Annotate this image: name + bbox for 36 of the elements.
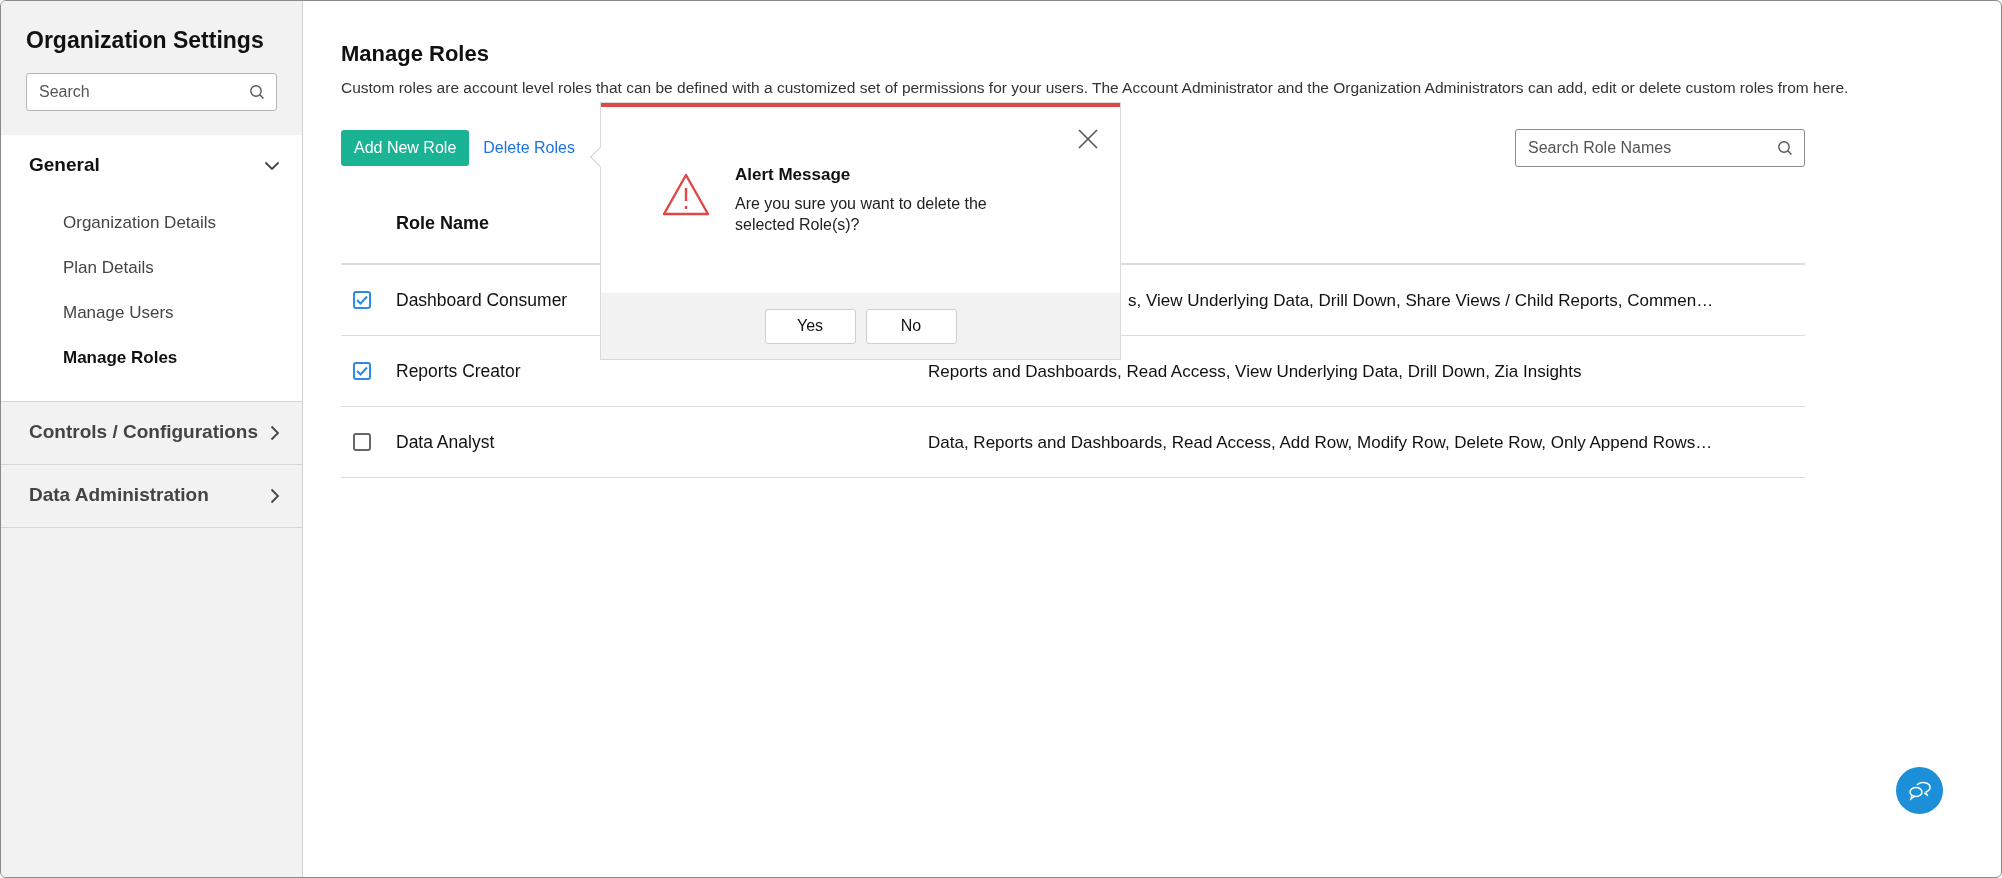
close-icon[interactable] bbox=[1078, 129, 1098, 149]
chevron-right-icon bbox=[270, 487, 280, 504]
sidebar-title: Organization Settings bbox=[26, 26, 265, 55]
role-name: Dashboard Consumer bbox=[396, 289, 569, 313]
checkbox[interactable] bbox=[353, 291, 371, 310]
nav-item[interactable]: Plan Details bbox=[1, 245, 302, 291]
nav-item[interactable]: Manage Users bbox=[1, 290, 302, 336]
page-title: Manage Roles bbox=[341, 40, 490, 68]
warning-icon bbox=[661, 172, 711, 218]
chat-bubbles-icon bbox=[1907, 780, 1932, 801]
nav-item[interactable]: Organization Details bbox=[1, 200, 302, 246]
chat-button[interactable] bbox=[1896, 767, 1943, 814]
search-icon bbox=[1777, 140, 1793, 157]
search-field[interactable]: Search bbox=[26, 72, 277, 111]
dialog-message: Are you sure you want to delete the selected Role(s)? bbox=[735, 193, 988, 235]
role-name: Reports Creator bbox=[396, 360, 522, 384]
nav-item[interactable]: Manage Roles bbox=[1, 335, 302, 381]
page-description: Custom roles are account level roles that can be defined with a customized set of permissions for your users. The Account Administrator and the Organization Administrators can add, edit or delete custom roles from here. bbox=[341, 78, 1850, 98]
role-name: Data Analyst bbox=[396, 431, 496, 455]
chevron-right-icon bbox=[270, 424, 280, 441]
search-field[interactable]: Search Role Names bbox=[1515, 129, 1805, 168]
chevron-down-icon bbox=[264, 160, 280, 171]
dialog-button[interactable]: Yes bbox=[764, 308, 856, 344]
dialog-title: Alert Message bbox=[735, 164, 852, 186]
section-header[interactable]: General bbox=[1, 134, 302, 197]
permissions-text: Reports and Dashboards, Read Access, View Underlying Data, Drill Down, Zia Insights bbox=[928, 360, 1582, 383]
permissions-text: Data, Reports and Dashboards, Read Access, Add Row, Modify Row, Delete Row, Only Append Rows… bbox=[928, 431, 1713, 454]
permissions-text: s, View Underlying Data, Drill Down, Share Views / Child Reports, Commen… bbox=[1128, 289, 1714, 312]
checkbox[interactable] bbox=[353, 433, 371, 452]
section-header[interactable]: Controls / Configurations bbox=[1, 401, 302, 464]
search-icon bbox=[249, 83, 265, 100]
checkbox[interactable] bbox=[353, 362, 371, 381]
dialog-button[interactable]: No bbox=[865, 308, 957, 344]
section-header[interactable]: Data Administration bbox=[1, 464, 302, 527]
delete-roles-link[interactable]: Delete Roles bbox=[483, 136, 575, 161]
column-header: Role Name bbox=[396, 212, 490, 236]
